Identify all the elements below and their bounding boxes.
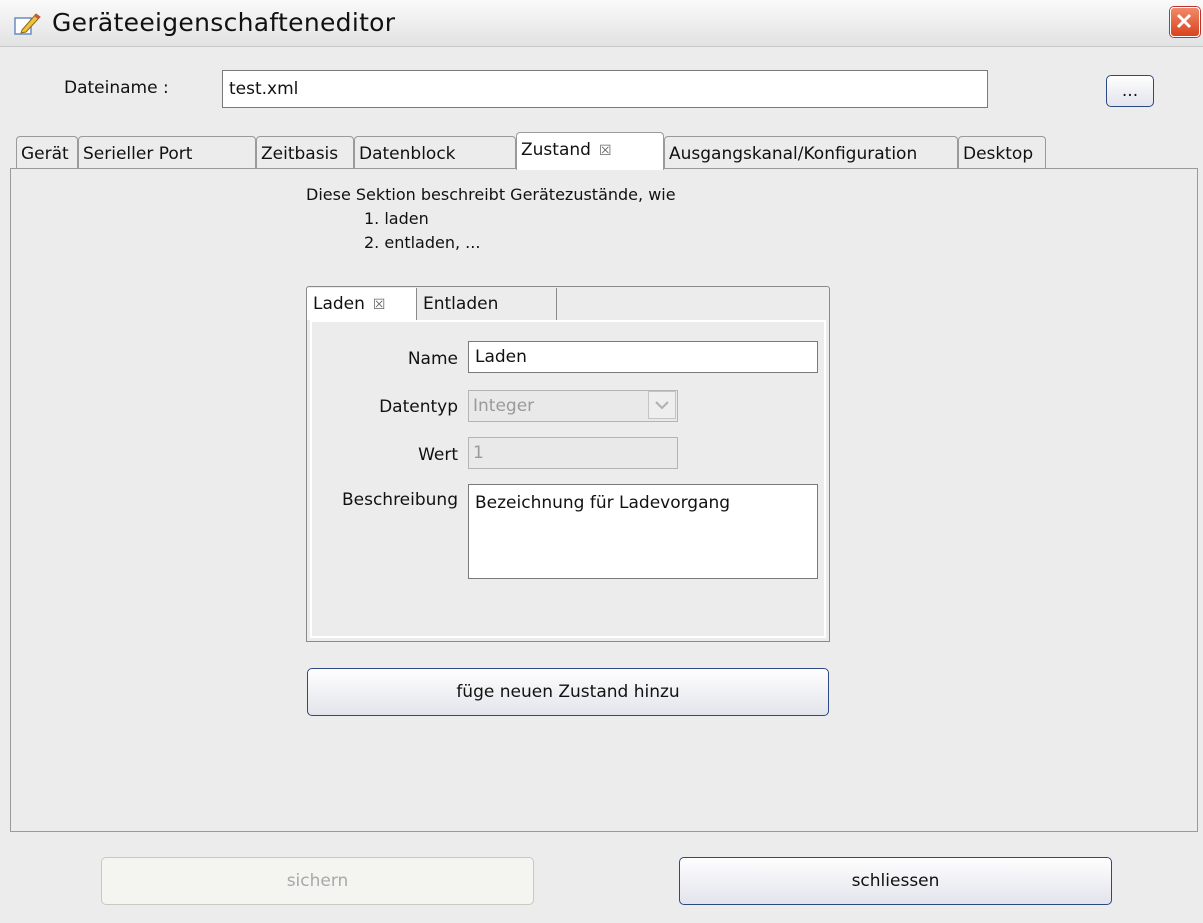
tab-label: Zeitbasis xyxy=(261,144,339,164)
close-button[interactable]: schliessen xyxy=(679,857,1112,905)
description-item-2: 2. entladen, ... xyxy=(364,233,481,252)
datentyp-select[interactable]: Integer xyxy=(468,390,678,422)
filename-input[interactable]: test.xml xyxy=(222,70,988,108)
close-tab-icon[interactable]: ☒ xyxy=(599,143,612,159)
close-icon xyxy=(1176,13,1192,29)
beschreibung-textarea[interactable]: Bezeichnung für Ladevorgang xyxy=(468,484,818,579)
editor-window: Geräteeigenschafteneditor Dateiname : te… xyxy=(0,0,1203,923)
section-description: Diese Sektion beschreibt Gerätezustände,… xyxy=(306,183,676,255)
tab-laden[interactable]: Laden ☒ xyxy=(307,288,417,320)
filename-label: Dateiname : xyxy=(64,78,169,98)
tab-entladen[interactable]: Entladen xyxy=(417,288,557,320)
tab-zustand[interactable]: Zustand ☒ xyxy=(516,132,664,170)
add-state-button[interactable]: füge neuen Zustand hinzu xyxy=(307,668,829,716)
tab-zeitbasis[interactable]: Zeitbasis xyxy=(256,136,354,168)
close-tab-icon[interactable]: ☒ xyxy=(373,297,386,313)
tab-desktop[interactable]: Desktop xyxy=(958,136,1046,168)
tab-ausgangskanal[interactable]: Ausgangskanal/Konfiguration xyxy=(664,136,958,168)
wert-label: Wert xyxy=(418,445,458,465)
beschreibung-label: Beschreibung xyxy=(341,490,458,510)
save-button[interactable]: sichern xyxy=(101,857,534,905)
tab-label: Laden xyxy=(313,294,365,314)
datentyp-label: Datentyp xyxy=(379,397,458,417)
tab-serieller-port[interactable]: Serieller Port xyxy=(78,136,256,168)
edit-pencil-icon xyxy=(14,13,41,35)
tab-label: Entladen xyxy=(423,294,499,314)
close-window-button[interactable] xyxy=(1170,7,1200,37)
browse-button[interactable]: ... xyxy=(1106,75,1154,107)
description-item-1: 1. laden xyxy=(364,209,429,228)
description-intro: Diese Sektion beschreibt Gerätezustände,… xyxy=(306,185,676,204)
tab-label: Datenblock xyxy=(359,144,456,164)
tab-label: Zustand xyxy=(521,140,591,160)
window-title: Geräteeigenschafteneditor xyxy=(52,8,396,37)
title-bar: Geräteeigenschafteneditor xyxy=(0,0,1203,47)
tab-datenblock[interactable]: Datenblock xyxy=(354,136,516,168)
name-label: Name xyxy=(407,349,458,369)
wert-input[interactable]: 1 xyxy=(468,437,678,469)
tab-label: Ausgangskanal/Konfiguration xyxy=(669,144,918,164)
chevron-down-icon[interactable] xyxy=(648,391,676,419)
tab-label: Serieller Port xyxy=(83,144,193,164)
tab-geraet[interactable]: Gerät xyxy=(16,136,78,168)
tab-label: Desktop xyxy=(963,144,1034,164)
name-input[interactable]: Laden xyxy=(468,341,818,373)
tab-label: Gerät xyxy=(21,144,69,164)
